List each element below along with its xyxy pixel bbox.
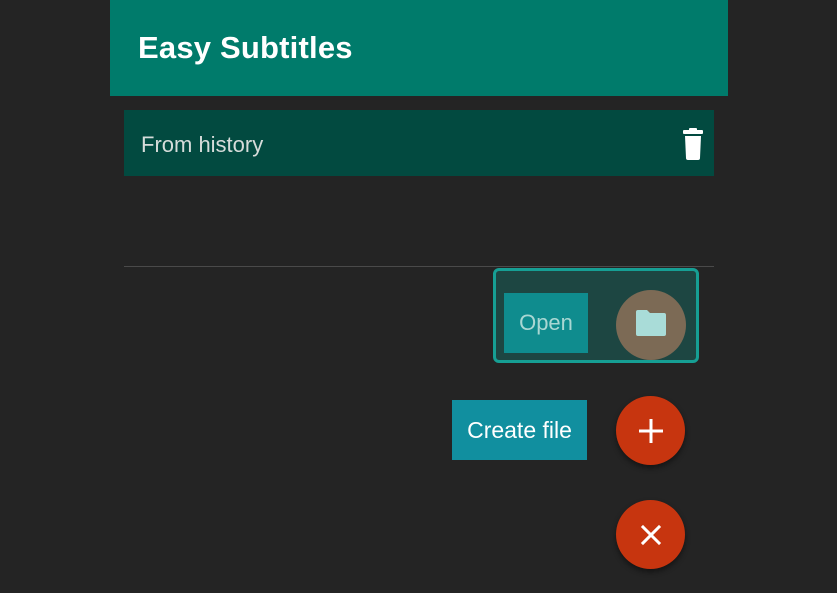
- open-file-action[interactable]: Open: [493, 268, 699, 363]
- app-title: Easy Subtitles: [138, 30, 353, 65]
- divider: [124, 266, 714, 267]
- create-file-button[interactable]: [616, 396, 685, 465]
- close-menu-button[interactable]: [616, 500, 685, 569]
- app-screen: Easy Subtitles From history Open Create …: [0, 0, 837, 593]
- create-file-label[interactable]: Create file: [452, 400, 587, 460]
- plus-icon: [639, 419, 663, 443]
- trash-icon[interactable]: [682, 128, 704, 160]
- open-button[interactable]: [616, 290, 686, 360]
- open-label[interactable]: Open: [504, 293, 588, 353]
- folder-icon: [636, 310, 666, 336]
- app-bar: Easy Subtitles: [110, 0, 728, 96]
- history-item-label: From history: [141, 132, 264, 157]
- close-icon: [640, 524, 662, 546]
- history-item[interactable]: From history: [124, 110, 714, 176]
